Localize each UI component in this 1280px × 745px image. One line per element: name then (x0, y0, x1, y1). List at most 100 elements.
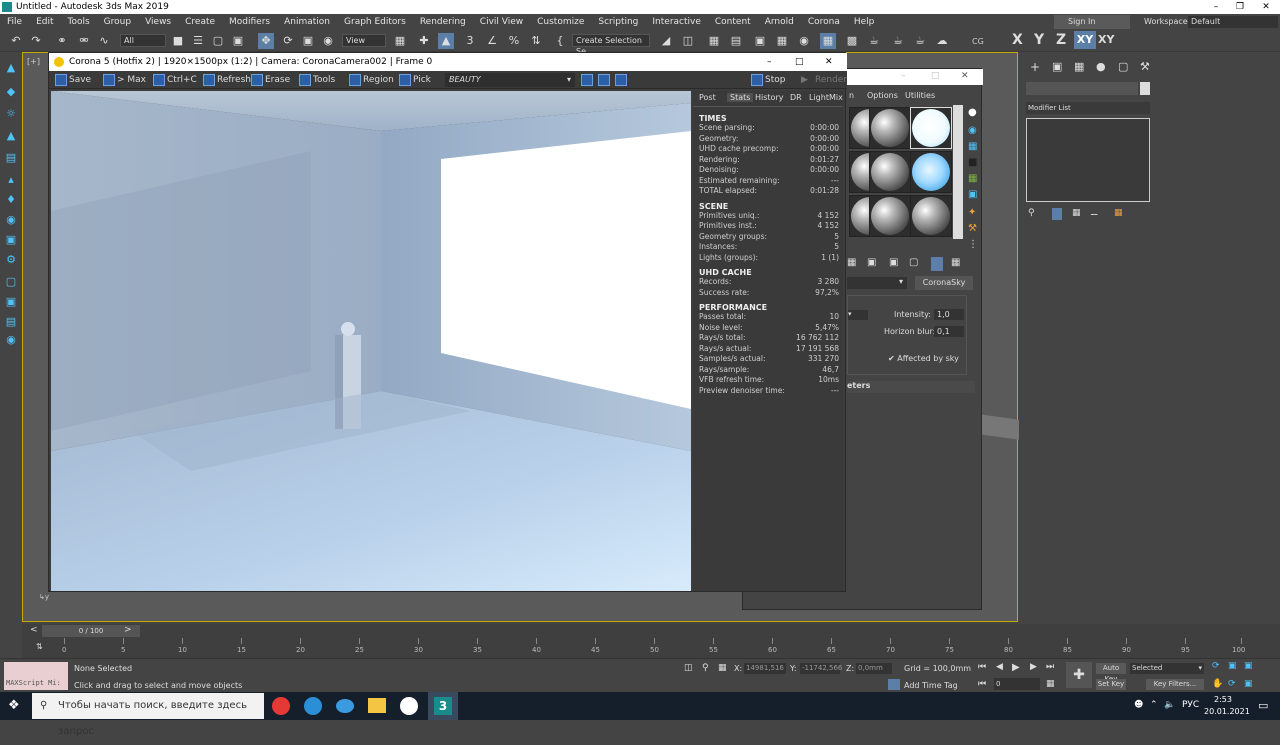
time-next-icon[interactable]: > (124, 625, 132, 635)
move-icon[interactable]: ✥ (258, 33, 274, 49)
put-to-scene-icon[interactable]: ▦ (847, 257, 856, 268)
auto-key-button[interactable]: Auto Key (1096, 663, 1126, 683)
material-name-field[interactable]: ▾ (847, 277, 907, 289)
vfb-tools-button[interactable]: Tools (299, 73, 335, 87)
x-coordinate-field[interactable]: 14981,516 (744, 663, 786, 674)
menu-edit[interactable]: Edit (29, 14, 60, 30)
set-key-icon[interactable]: ✚ (1066, 662, 1092, 688)
vfb-pick-button[interactable]: Pick (399, 73, 431, 87)
menu-content[interactable]: Content (708, 14, 758, 30)
track-bar[interactable]: ⇅ 0 5 10 15 20 25 30 35 40 45 50 55 60 6… (22, 638, 1280, 658)
zoom-in-icon[interactable] (581, 74, 593, 86)
percent-snap-icon[interactable]: % (506, 33, 522, 49)
parameters-rollout-header[interactable]: eters (847, 381, 975, 393)
edge-app-icon[interactable] (336, 699, 354, 713)
mated-menu-n[interactable]: n (849, 91, 854, 100)
render-in-cloud-icon[interactable]: ☁ (934, 33, 950, 49)
time-prev-icon[interactable]: < (30, 625, 38, 635)
motion-tab-icon[interactable]: ● (1096, 60, 1106, 73)
select-manipulate-icon[interactable]: ✚ (416, 33, 432, 49)
vfb-copy-button[interactable]: Ctrl+C (153, 73, 197, 87)
material-slot[interactable] (910, 151, 952, 193)
menu-rendering[interactable]: Rendering (413, 14, 473, 30)
menu-group[interactable]: Group (97, 14, 138, 30)
render-pass-select[interactable]: BEAUTY ▾ (445, 73, 575, 87)
tab-lightmix[interactable]: LightMix (809, 93, 843, 102)
zoom-out-icon[interactable] (598, 74, 610, 86)
modifier-list-select[interactable]: Modifier List (1026, 102, 1150, 114)
remove-modifier-icon[interactable]: ⚊ (1090, 208, 1098, 218)
menu-tools[interactable]: Tools (61, 14, 97, 30)
select-by-material-icon[interactable]: ⚒ (968, 223, 977, 234)
named-selection-set-select[interactable]: Create Selection Se (572, 34, 650, 56)
material-editor-icon[interactable]: ◉ (796, 33, 812, 49)
media-app-icon[interactable] (400, 697, 418, 715)
key-selection-set-select[interactable]: Selected ▾ (1130, 663, 1204, 674)
material-map-navigator-icon[interactable]: ⋮ (968, 239, 978, 250)
tab-post[interactable]: Post (699, 93, 716, 102)
placement-icon[interactable]: ◉ (320, 33, 336, 49)
zoom-fit-icon[interactable] (615, 74, 627, 86)
isolate-selection-icon[interactable]: ◫ (684, 663, 693, 673)
selection-region-icon[interactable]: ▢ (210, 33, 226, 49)
menu-modifiers[interactable]: Modifiers (222, 14, 277, 30)
go-to-start-icon[interactable]: ⏮ (978, 662, 986, 672)
make-unique-icon[interactable]: ▦ (1072, 208, 1081, 218)
window-crossing-icon[interactable]: ▣ (230, 33, 246, 49)
zoom-region-icon[interactable]: ▣ (1244, 661, 1253, 671)
layers-icon[interactable]: ▤ (3, 150, 19, 166)
align-icon[interactable]: ◫ (680, 33, 696, 49)
uv-tiling-icon[interactable]: ■ (968, 157, 977, 168)
close-icon[interactable]: ✕ (1256, 0, 1276, 14)
rotate-icon[interactable]: ⟳ (280, 33, 296, 49)
backlight-icon[interactable]: ◉ (968, 125, 977, 136)
menu-create[interactable]: Create (178, 14, 222, 30)
axis-xy-button[interactable]: XY (1074, 31, 1096, 49)
vfb-erase-button[interactable]: Erase (251, 73, 290, 87)
clock-time[interactable]: 2:53 (1214, 695, 1232, 704)
scene-states-icon[interactable]: ▣ (3, 294, 19, 310)
chrome-app-icon[interactable] (272, 697, 290, 715)
orbit-icon[interactable]: ⟳ (1228, 679, 1236, 689)
rendered-frame-window-icon[interactable]: ▩ (844, 33, 860, 49)
key-mode-icon[interactable]: ⏮ (978, 679, 986, 689)
minimize-icon[interactable]: – (1206, 0, 1226, 14)
vfb-maximize-icon[interactable]: □ (795, 53, 804, 71)
map-type-button[interactable]: CoronaSky (915, 276, 973, 290)
people-icon[interactable]: ☻ (1134, 700, 1143, 710)
axis-xy-cycle-button[interactable]: XY (1098, 33, 1114, 46)
scale-icon[interactable]: ▣ (300, 33, 316, 49)
bind-space-warp-icon[interactable]: ∿ (96, 33, 112, 49)
menu-help[interactable]: Help (847, 14, 882, 30)
options-icon[interactable]: ✦ (968, 207, 976, 218)
pan-icon[interactable]: ✋ (1212, 679, 1223, 689)
material-slot-selected[interactable] (910, 107, 952, 149)
keyboard-language[interactable]: РУС (1182, 700, 1199, 710)
horizon-blur-spinner[interactable]: 0,1 (934, 326, 964, 337)
motion-icon[interactable]: ◉ (3, 212, 19, 228)
axis-z-button[interactable]: Z (1056, 32, 1066, 48)
utilities-icon[interactable]: ⚙ (3, 252, 19, 268)
z-coordinate-field[interactable]: 0,0mm (856, 663, 892, 674)
menu-graph-editors[interactable]: Graph Editors (337, 14, 413, 30)
vfb-minimize-icon[interactable]: – (767, 53, 772, 71)
menu-civil-view[interactable]: Civil View (473, 14, 530, 30)
mated-menu-options[interactable]: Options (867, 91, 898, 100)
viewport-label[interactable]: [+] (27, 57, 40, 66)
undo-icon[interactable]: ↶ (8, 33, 24, 49)
object-color-swatch[interactable] (1140, 82, 1150, 95)
shapes-icon[interactable]: ▲ (3, 128, 19, 144)
modifier-stack[interactable] (1026, 118, 1150, 202)
mirror-icon[interactable]: ◢ (658, 33, 674, 49)
link-icon[interactable]: ⚭ (54, 33, 70, 49)
zoom-extents-all-icon[interactable]: ▣ (1228, 661, 1237, 671)
mated-maximize-icon[interactable]: □ (931, 71, 940, 81)
display-icon[interactable]: ▣ (3, 232, 19, 248)
schematic-view-icon[interactable]: ▦ (774, 33, 790, 49)
menu-interactive[interactable]: Interactive (645, 14, 707, 30)
background-icon[interactable]: ▦ (968, 141, 977, 152)
vfb-save-button[interactable]: Save (55, 73, 91, 87)
render-production-icon[interactable]: ☕ (866, 33, 882, 49)
selection-filter-select[interactable]: All (120, 34, 166, 47)
play-icon[interactable]: ▶ (1012, 662, 1020, 673)
